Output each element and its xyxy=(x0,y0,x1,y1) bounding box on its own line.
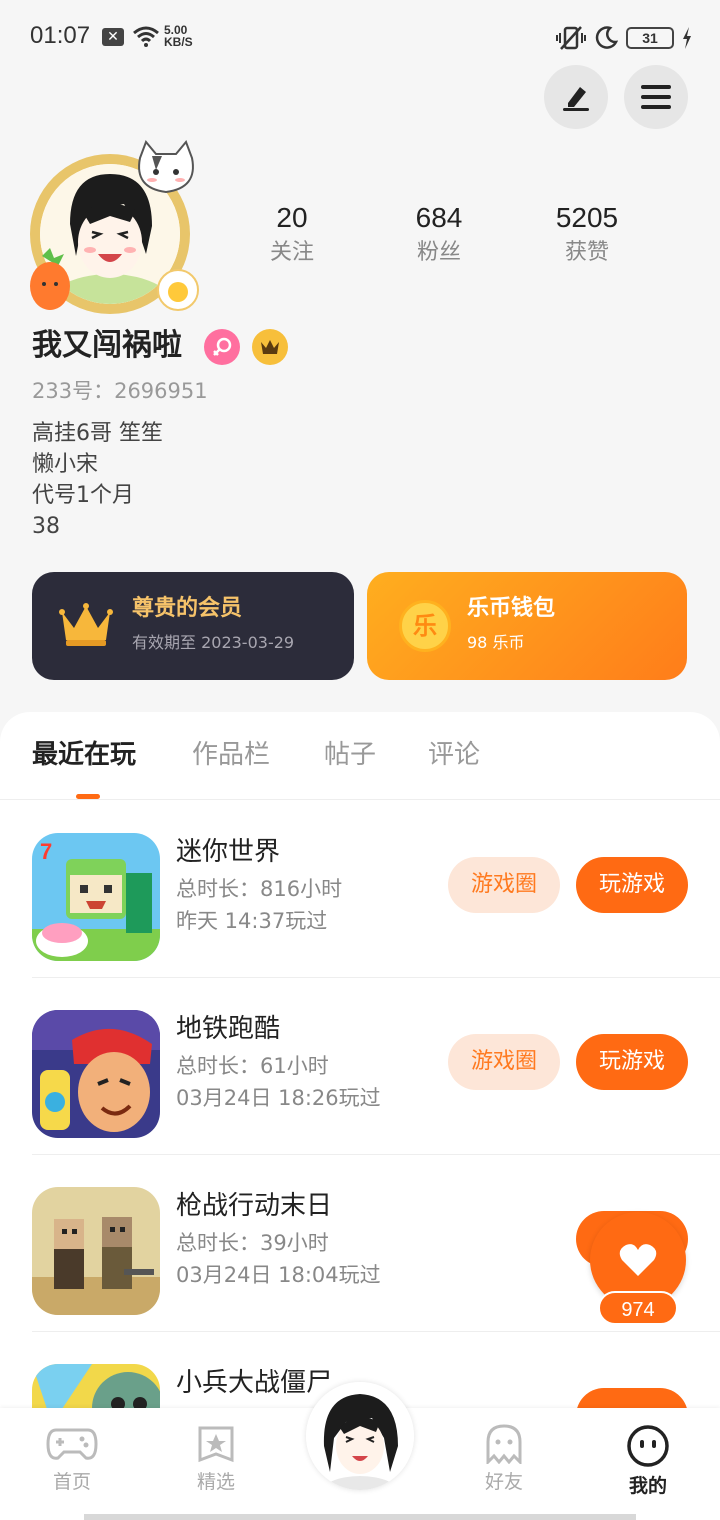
network-speed: 5.00 KB/S xyxy=(164,24,193,48)
cat-sticker-icon xyxy=(138,140,194,194)
gold-crown-icon xyxy=(59,603,113,646)
status-bar: 01:07 ✕ 5.00 KB/S 31 xyxy=(0,0,720,72)
stat-followers[interactable]: 684 粉丝 xyxy=(384,200,494,268)
nav-label: 精选 xyxy=(196,1471,235,1493)
game-icon xyxy=(32,1187,160,1315)
moon-icon xyxy=(595,26,618,49)
smiley-icon xyxy=(627,1425,669,1467)
mini-world-icon: 7 xyxy=(32,833,160,961)
network-speed-unit: KB/S xyxy=(164,35,193,49)
vip-badge[interactable] xyxy=(252,329,288,365)
nav-me[interactable]: 我的 xyxy=(598,1424,698,1498)
star-badge-icon xyxy=(198,1426,234,1463)
game-item[interactable]: 7 迷你世界 总时长：816小时 昨天 14:37玩过 游戏圈 玩游戏 xyxy=(0,801,720,978)
wallet-card[interactable]: 乐 乐币钱包 98 乐币 xyxy=(367,572,687,680)
game-item[interactable]: 地铁跑酷 总时长：61小时 03月24日 18:26玩过 游戏圈 玩游戏 xyxy=(0,978,720,1155)
nav-label: 我的 xyxy=(628,1475,667,1497)
game-circle-button[interactable]: 游戏圈 xyxy=(448,1034,560,1090)
female-badge xyxy=(204,329,240,365)
stat-label: 获赞 xyxy=(564,240,609,265)
game-duration: 总时长：61小时 xyxy=(176,1054,329,1078)
bio-line: 高挂6哥 笙笙 xyxy=(32,421,163,446)
nav-featured[interactable]: 精选 xyxy=(166,1424,266,1494)
member-card-expiry: 有效期至 2023-03-29 xyxy=(132,633,295,652)
game-icon xyxy=(32,1010,160,1138)
bio-line: 38 xyxy=(32,514,60,539)
wallet-card-title: 乐币钱包 xyxy=(467,596,556,621)
center-avatar-button[interactable] xyxy=(306,1382,414,1490)
vibrate-icon xyxy=(556,26,586,50)
bio-line: 懒小宋 xyxy=(32,452,99,477)
game-meta: 总时长：816小时 昨天 14:37玩过 xyxy=(176,873,342,937)
user-bio: 高挂6哥 笙笙 懒小宋 代号1个月 38 xyxy=(32,418,163,542)
nav-label: 好友 xyxy=(484,1471,523,1493)
pencil-icon xyxy=(563,87,589,111)
bio-line: 代号1个月 xyxy=(32,483,134,508)
game-duration: 总时长：39小时 xyxy=(176,1231,329,1255)
tab-recent-play[interactable]: 最近在玩 xyxy=(32,738,136,772)
game-last-played: 03月24日 18:26玩过 xyxy=(176,1086,381,1110)
nav-home[interactable]: 首页 xyxy=(22,1424,122,1494)
battery-indicator: 31 xyxy=(626,27,674,49)
female-icon xyxy=(213,337,232,356)
content-tabs: 最近在玩 作品栏 帖子 评论 xyxy=(0,712,720,800)
game-last-played: 昨天 14:37玩过 xyxy=(176,909,328,933)
stat-value: 20 xyxy=(276,202,308,233)
nav-label: 首页 xyxy=(52,1471,91,1493)
coin-icon: 乐 xyxy=(399,600,451,652)
game-name: 地铁跑酷 xyxy=(176,1014,281,1044)
member-card[interactable]: 尊贵的会员 有效期至 2023-03-29 xyxy=(32,572,354,680)
stat-label: 粉丝 xyxy=(416,240,461,265)
profile-avatar[interactable] xyxy=(24,140,200,316)
play-game-button[interactable]: 玩游戏 xyxy=(576,857,688,913)
subway-surfers-icon xyxy=(32,1010,160,1138)
play-game-button[interactable]: 玩游戏 xyxy=(576,1034,688,1090)
user-id: 233号：2696951 xyxy=(32,379,208,403)
game-duration: 总时长：816小时 xyxy=(176,877,343,901)
stat-value: 5205 xyxy=(555,202,619,233)
gun-action-icon xyxy=(32,1187,160,1315)
stat-likes[interactable]: 5205 获赞 xyxy=(532,200,642,268)
game-circle-button[interactable]: 游戏圈 xyxy=(448,857,560,913)
game-name: 枪战行动末日 xyxy=(176,1191,333,1221)
tab-comments[interactable]: 评论 xyxy=(428,738,480,772)
tab-posts[interactable]: 帖子 xyxy=(324,738,376,772)
edit-profile-button[interactable] xyxy=(544,65,608,129)
stat-following[interactable]: 20 关注 xyxy=(237,200,347,268)
stat-label: 关注 xyxy=(269,240,314,265)
game-meta: 总时长：39小时 03月24日 18:04玩过 xyxy=(176,1227,381,1291)
game-icon: 7 xyxy=(32,833,160,961)
member-card-title: 尊贵的会员 xyxy=(132,596,243,621)
stat-value: 684 xyxy=(415,202,463,233)
wallet-card-balance: 98 乐币 xyxy=(467,633,525,652)
game-last-played: 03月24日 18:04玩过 xyxy=(176,1263,381,1287)
wifi-icon xyxy=(133,26,159,47)
game-name: 迷你世界 xyxy=(176,837,281,867)
charging-icon xyxy=(683,27,691,49)
carrot-sticker-icon xyxy=(30,248,70,310)
heart-icon xyxy=(619,1244,657,1276)
status-time: 01:07 xyxy=(30,22,91,49)
like-count: 974 xyxy=(598,1291,678,1325)
crown-icon xyxy=(261,340,279,354)
gamepad-icon xyxy=(46,1428,98,1460)
notification-icon: ✕ xyxy=(102,28,124,46)
svg-text:7: 7 xyxy=(40,839,52,864)
ghost-icon xyxy=(486,1424,522,1466)
menu-button[interactable] xyxy=(624,65,688,129)
game-name: 小兵大战僵尸 xyxy=(176,1368,333,1398)
avatar-image xyxy=(306,1382,414,1490)
home-indicator xyxy=(84,1514,636,1520)
tab-works[interactable]: 作品栏 xyxy=(192,738,270,772)
tab-indicator xyxy=(76,794,100,799)
egg-sticker-icon xyxy=(157,269,199,311)
hamburger-icon xyxy=(641,85,671,109)
nav-friends[interactable]: 好友 xyxy=(454,1424,554,1494)
game-meta: 总时长：61小时 03月24日 18:26玩过 xyxy=(176,1050,381,1114)
username: 我又闯祸啦 xyxy=(32,328,182,363)
